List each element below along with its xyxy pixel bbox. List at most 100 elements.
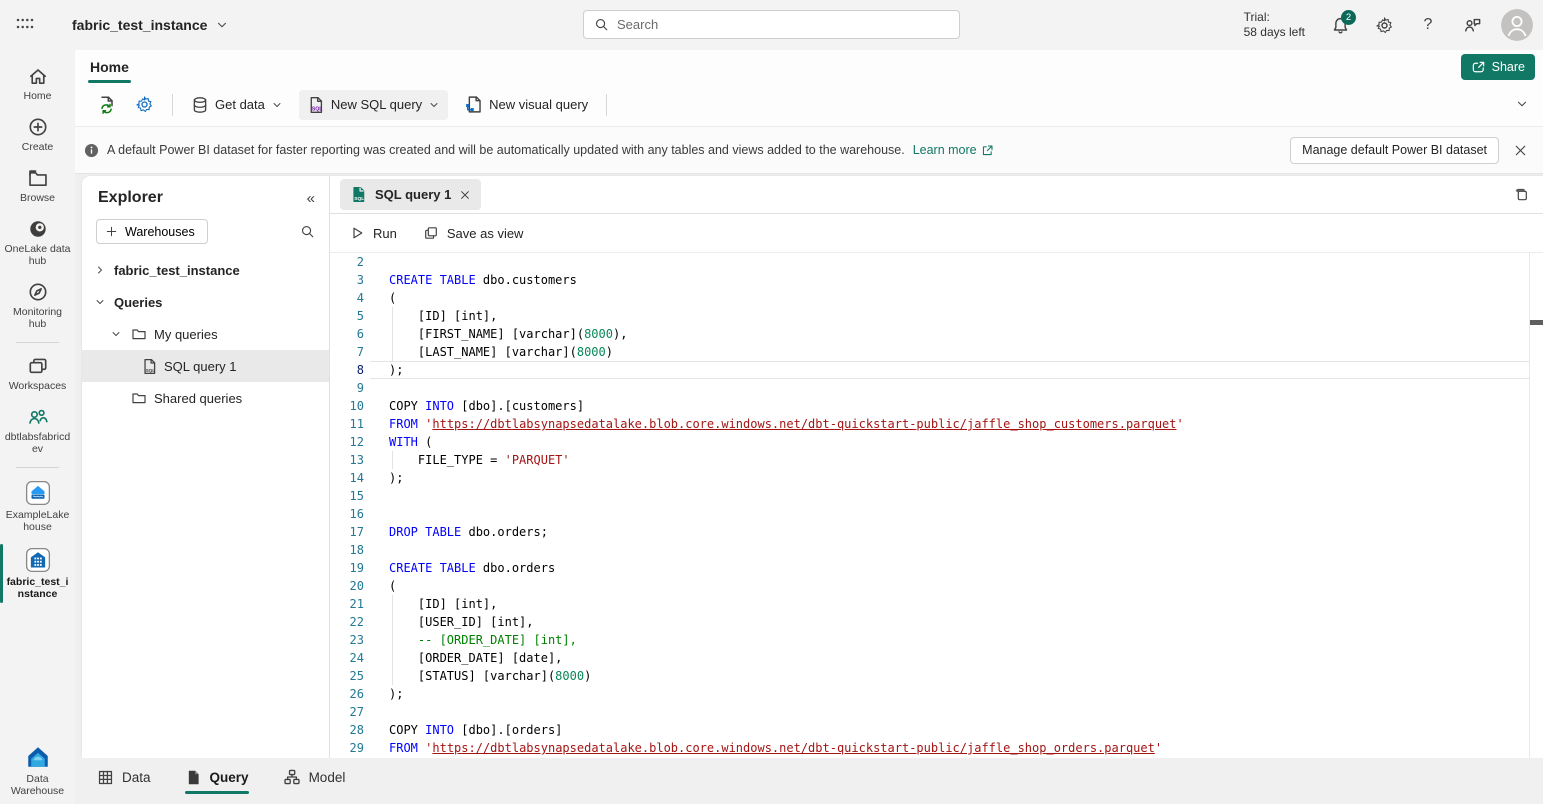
get-data-button[interactable]: Get data	[183, 90, 291, 120]
tree-item-my-queries[interactable]: My queries	[82, 318, 329, 350]
help-button[interactable]: ?	[1409, 6, 1447, 44]
code-line-4[interactable]: 4(	[330, 289, 1543, 307]
code-line-5[interactable]: 5 [ID] [int],	[330, 307, 1543, 325]
learn-more-link[interactable]: Learn more	[913, 143, 994, 157]
feedback-button[interactable]	[1453, 6, 1491, 44]
trial-status: Trial: 58 days left	[1244, 10, 1305, 40]
toolbar-expand-button[interactable]	[1515, 97, 1529, 111]
code-line-20[interactable]: 20(	[330, 577, 1543, 595]
rail-item-create[interactable]: Create	[0, 109, 75, 160]
top-app-bar: fabric_test_instance Trial: 58 days left…	[0, 0, 1543, 50]
run-button[interactable]: Run	[349, 225, 397, 241]
document-refresh-icon	[97, 95, 117, 115]
line-number: 18	[330, 541, 364, 559]
banner-close-button[interactable]	[1507, 137, 1533, 163]
chevron-right-icon[interactable]	[92, 264, 108, 276]
save-as-view-button[interactable]: Save as view	[423, 225, 524, 241]
tree-item-sql-query-1[interactable]: SQLSQL query 1	[82, 350, 329, 382]
sql-code-editor[interactable]: 23CREATE TABLE dbo.customers4(5 [ID] [in…	[330, 253, 1543, 758]
tree-item-label: Shared queries	[154, 391, 242, 406]
global-search[interactable]	[583, 10, 960, 39]
code-line-18[interactable]: 18	[330, 541, 1543, 559]
code-line-6[interactable]: 6 [FIRST_NAME] [varchar](8000),	[330, 325, 1543, 343]
editor-scrollbar[interactable]	[1529, 253, 1543, 758]
code-line-25[interactable]: 25 [STATUS] [varchar](8000)	[330, 667, 1543, 685]
warehouse-settings-button[interactable]	[127, 89, 162, 120]
code-line-28[interactable]: 28COPY INTO [dbo].[orders]	[330, 721, 1543, 739]
chevron-down-icon[interactable]	[108, 328, 124, 340]
code-text: DROP TABLE dbo.orders;	[364, 523, 548, 541]
code-line-11[interactable]: 11FROM 'https://dbtlabsynapsedatalake.bl…	[330, 415, 1543, 433]
browse-icon	[27, 167, 49, 189]
code-line-7[interactable]: 7 [LAST_NAME] [varchar](8000)	[330, 343, 1543, 361]
code-line-26[interactable]: 26);	[330, 685, 1543, 703]
content-area: Home Share Get data SQL New SQL query Ne…	[75, 50, 1543, 804]
folder-icon	[130, 326, 148, 342]
query-tab[interactable]: SQL SQL query 1	[340, 179, 481, 210]
code-line-12[interactable]: 12WITH (	[330, 433, 1543, 451]
tree-item-queries[interactable]: Queries	[82, 286, 329, 318]
code-line-2[interactable]: 2	[330, 253, 1543, 271]
add-warehouses-button[interactable]: Warehouses	[96, 219, 208, 244]
close-tab-icon[interactable]	[459, 189, 471, 201]
rail-item-data-warehouse[interactable]: Data Warehouse	[0, 737, 75, 804]
code-text: [ID] [int],	[364, 595, 497, 613]
rail-item-home[interactable]: Home	[0, 58, 75, 109]
line-number: 6	[330, 325, 364, 343]
view-tab-data[interactable]: Data	[97, 769, 151, 794]
tree-item-fabric-test-instance[interactable]: fabric_test_instance	[82, 254, 329, 286]
collapse-panel-button[interactable]: «	[307, 190, 315, 207]
rail-item-examplelakehouse[interactable]: ExampleLakehouse	[0, 473, 75, 540]
account-avatar[interactable]	[1501, 9, 1533, 41]
code-line-24[interactable]: 24 [ORDER_DATE] [date],	[330, 649, 1543, 667]
rail-item-dbtlabsfabricdev[interactable]: dbtlabsfabricdev	[0, 399, 75, 462]
code-line-10[interactable]: 10COPY INTO [dbo].[customers]	[330, 397, 1543, 415]
view-tab-label: Query	[210, 770, 249, 785]
new-visual-query-button[interactable]: New visual query	[456, 89, 596, 120]
tree-item-label: Queries	[114, 295, 162, 310]
code-line-29[interactable]: 29FROM 'https://dbtlabsynapsedatalake.bl…	[330, 739, 1543, 757]
code-line-17[interactable]: 17DROP TABLE dbo.orders;	[330, 523, 1543, 541]
rail-item-label: Home	[5, 90, 71, 102]
code-line-14[interactable]: 14);	[330, 469, 1543, 487]
notifications-button[interactable]: 2	[1321, 6, 1359, 44]
tree-item-label: SQL query 1	[164, 359, 237, 374]
copy-icon[interactable]	[1513, 187, 1529, 203]
share-button[interactable]: Share	[1461, 54, 1535, 80]
code-line-9[interactable]: 9	[330, 379, 1543, 397]
settings-button[interactable]	[1365, 6, 1403, 44]
view-tab-query[interactable]: Query	[185, 769, 249, 794]
app-launcher-button[interactable]	[0, 0, 50, 50]
code-line-19[interactable]: 19CREATE TABLE dbo.orders	[330, 559, 1543, 577]
ribbon-tab-home[interactable]: Home	[90, 59, 129, 83]
code-line-21[interactable]: 21 [ID] [int],	[330, 595, 1543, 613]
search-input[interactable]	[617, 17, 949, 32]
chevron-down-icon[interactable]	[92, 296, 108, 308]
code-line-13[interactable]: 13 FILE_TYPE = 'PARQUET'	[330, 451, 1543, 469]
active-tab-underline	[283, 791, 346, 794]
code-text: CREATE TABLE dbo.customers	[364, 271, 577, 289]
tree-item-shared-queries[interactable]: Shared queries	[82, 382, 329, 414]
line-number: 27	[330, 703, 364, 721]
view-tab-model[interactable]: Model	[283, 768, 346, 794]
code-line-22[interactable]: 22 [USER_ID] [int],	[330, 613, 1543, 631]
visual-query-document-icon	[464, 95, 483, 114]
rail-item-monitoring-hub[interactable]: Monitoring hub	[0, 274, 75, 337]
code-line-8[interactable]: 8);	[330, 361, 1543, 379]
new-sql-query-button[interactable]: SQL New SQL query	[299, 90, 448, 120]
code-line-15[interactable]: 15	[330, 487, 1543, 505]
code-text: (	[364, 577, 396, 595]
code-line-23[interactable]: 23 -- [ORDER_DATE] [int],	[330, 631, 1543, 649]
rail-item-workspaces[interactable]: Workspaces	[0, 348, 75, 399]
explorer-search-button[interactable]	[300, 224, 315, 239]
code-line-16[interactable]: 16	[330, 505, 1543, 523]
rail-item-browse[interactable]: Browse	[0, 160, 75, 211]
line-number: 16	[330, 505, 364, 523]
code-line-3[interactable]: 3CREATE TABLE dbo.customers	[330, 271, 1543, 289]
manage-dataset-button[interactable]: Manage default Power BI dataset	[1290, 137, 1499, 164]
rail-item-onelake-data-hub[interactable]: OneLake data hub	[0, 211, 75, 274]
rail-item-fabric-test-instance[interactable]: fabric_test_instance	[0, 540, 75, 607]
code-line-27[interactable]: 27	[330, 703, 1543, 721]
refresh-button[interactable]	[89, 89, 125, 121]
workspace-switcher[interactable]: fabric_test_instance	[72, 17, 229, 33]
